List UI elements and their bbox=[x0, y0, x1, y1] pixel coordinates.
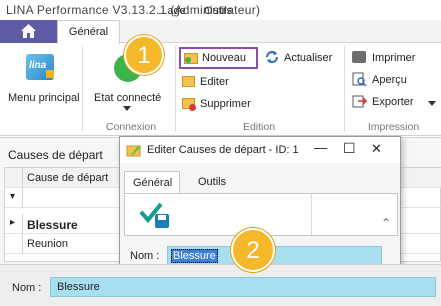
home-icon bbox=[21, 24, 36, 38]
exporter-label: Exporter bbox=[372, 96, 414, 108]
imprimer-label: Imprimer bbox=[372, 52, 416, 64]
imprimer-button[interactable]: Imprimer bbox=[352, 49, 432, 67]
export-icon bbox=[352, 95, 367, 108]
plus-badge-icon bbox=[185, 57, 191, 63]
group-label-connexion: Connexion bbox=[105, 121, 157, 133]
grid-divider bbox=[22, 234, 23, 254]
nom-label: Nom : bbox=[12, 282, 42, 294]
dialog-ribbon-separator bbox=[311, 194, 312, 235]
row-indicator-icon: ▸ bbox=[10, 217, 16, 228]
chevron-down-icon bbox=[428, 101, 436, 106]
grid-divider bbox=[22, 214, 23, 234]
nom-field[interactable]: Blessure bbox=[50, 277, 436, 297]
preview-icon bbox=[352, 72, 367, 87]
close-button[interactable]: ✕ bbox=[371, 141, 382, 157]
apercu-button[interactable]: Aperçu bbox=[352, 71, 432, 89]
callout-1: 1 bbox=[124, 35, 164, 75]
nouveau-button[interactable]: Nouveau bbox=[179, 47, 258, 69]
tab-affichage[interactable]: ...age bbox=[147, 0, 197, 23]
callout-2: 2 bbox=[231, 228, 275, 272]
actualiser-label: Actualiser bbox=[284, 52, 333, 64]
lina-logo-text: lina bbox=[29, 60, 47, 71]
supprimer-button[interactable]: Supprimer bbox=[182, 95, 262, 113]
group-label-edition: Edition bbox=[242, 121, 276, 133]
dialog-nom-label: Nom : bbox=[130, 250, 160, 262]
dialog-tab-general-label: Général bbox=[133, 177, 173, 189]
dialog-tab-outils[interactable]: Outils bbox=[198, 176, 226, 188]
chevron-down-icon bbox=[123, 106, 131, 111]
etat-connecte-label: Etat connecté bbox=[94, 92, 162, 104]
tab-general[interactable]: Général bbox=[57, 20, 120, 44]
ribbon-panel: lina Menu principal Etat connecté Connex… bbox=[0, 44, 441, 136]
supprimer-label: Supprimer bbox=[200, 98, 251, 110]
dialog-tab-general[interactable]: Général bbox=[124, 171, 180, 193]
maximize-button[interactable]: ☐ bbox=[343, 140, 356, 157]
dialog-title: Editer Causes de départ - ID: 1 bbox=[147, 144, 299, 156]
menu-principal-label: Menu principal bbox=[8, 92, 80, 104]
detail-bar: Nom : Blessure bbox=[0, 264, 441, 306]
save-icon[interactable] bbox=[139, 200, 171, 230]
dialog-nom-value: Blessure bbox=[171, 249, 218, 263]
nouveau-label: Nouveau bbox=[202, 52, 247, 64]
ribbon-separator bbox=[82, 46, 83, 132]
menu-principal-button[interactable]: lina Menu principal bbox=[6, 48, 80, 104]
refresh-icon bbox=[266, 51, 278, 63]
ribbon-separator bbox=[175, 46, 176, 132]
tab-outils[interactable]: Outils bbox=[200, 0, 236, 23]
editer-button[interactable]: Editer bbox=[182, 73, 252, 91]
printer-icon bbox=[352, 51, 366, 63]
nom-value: Blessure bbox=[57, 281, 100, 293]
grid-panel-title: Causes de départ bbox=[8, 148, 103, 162]
group-label-impression: Impression bbox=[367, 121, 420, 133]
grid-divider bbox=[22, 188, 23, 208]
home-tab[interactable] bbox=[0, 20, 57, 43]
actualiser-button[interactable]: Actualiser bbox=[264, 48, 336, 68]
dialog-edit-icon bbox=[126, 145, 141, 157]
minimize-button[interactable]: — bbox=[314, 140, 327, 155]
apercu-label: Aperçu bbox=[372, 74, 407, 86]
editer-label: Editer bbox=[200, 76, 229, 88]
collapse-ribbon-icon[interactable]: ⌃ bbox=[381, 216, 391, 230]
delete-badge-icon bbox=[189, 104, 196, 111]
table-cell: Blessure bbox=[27, 218, 78, 232]
filter-icon: ▾ bbox=[10, 191, 16, 202]
column-header-cause[interactable]: Cause de départ bbox=[27, 172, 108, 184]
dialog-title-bar: Editer Causes de départ - ID: 1 — ☐ ✕ bbox=[120, 137, 400, 163]
logo-accent bbox=[46, 70, 54, 78]
grid-divider bbox=[22, 168, 23, 188]
edit-folder-icon bbox=[182, 76, 195, 87]
exporter-button[interactable]: Exporter bbox=[352, 93, 438, 111]
ribbon-separator bbox=[344, 46, 345, 132]
table-cell: Reunion bbox=[27, 238, 68, 250]
